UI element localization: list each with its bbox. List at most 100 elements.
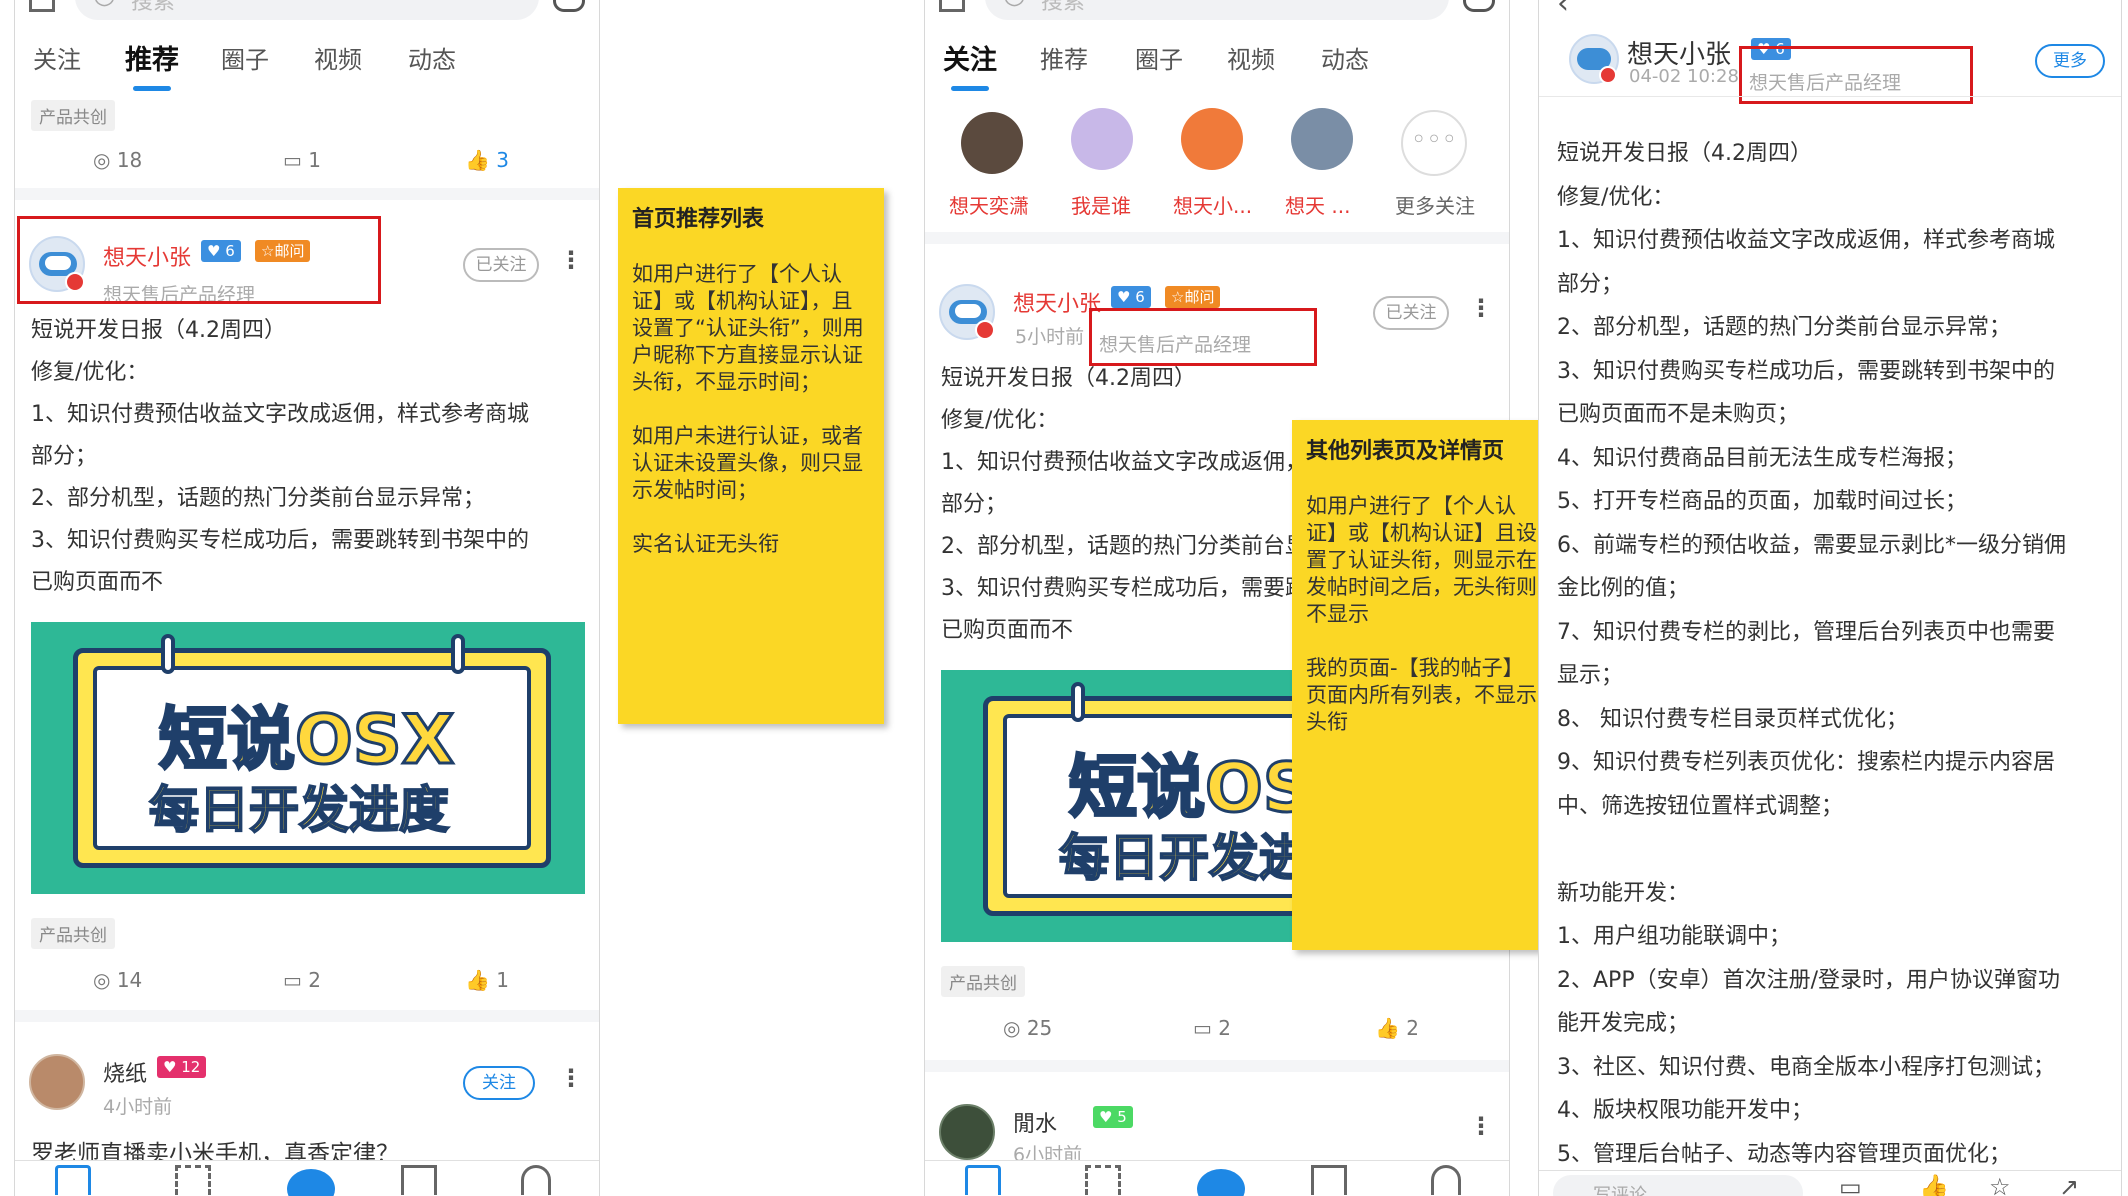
message-icon[interactable]	[1463, 0, 1495, 12]
following-button[interactable]: 已关注	[1373, 296, 1449, 330]
home-icon[interactable]	[965, 1165, 1001, 1195]
scan-icon[interactable]	[29, 0, 55, 12]
post-time: 04-02 10:28	[1629, 66, 1739, 87]
binder-ring-icon	[161, 634, 175, 674]
eye-icon: ◎	[93, 968, 117, 992]
more-button[interactable]: 更多	[2035, 44, 2105, 78]
message-icon[interactable]	[553, 0, 585, 12]
thumbs-up-icon: 👍	[1375, 1016, 1407, 1040]
post-username[interactable]: 閒水	[1013, 1106, 1057, 1138]
tab-following[interactable]: 关注	[943, 38, 997, 91]
scan-icon[interactable]	[939, 0, 965, 12]
likes-stat[interactable]: 👍 2	[1375, 1016, 1419, 1040]
post-tag[interactable]: 产品共创	[31, 918, 115, 949]
tab-circles[interactable]: 圈子	[221, 40, 269, 75]
profile-icon[interactable]	[1431, 1165, 1461, 1195]
story-name[interactable]: 想天 ...	[1285, 190, 1350, 219]
story-name[interactable]: 想天奕潇	[949, 190, 1029, 219]
thumbs-up-icon: 👍	[465, 968, 497, 992]
eye-icon: ◎	[93, 148, 117, 172]
avatar[interactable]	[939, 1104, 995, 1160]
more-vertical-icon[interactable]: ⋮	[1469, 1112, 1493, 1140]
annotation-canvas: ○ 搜索 关注 推荐 圈子 视频 动态 产品共创 ◎ 18 ▭ 1 👍 3 想天…	[0, 0, 2128, 1196]
tab-recommend[interactable]: 推荐	[1040, 40, 1088, 75]
annotation-note-home: 首页推荐列表 如用户进行了【个人认证】或【机构认证】，且设置了“认证头衔”，则用…	[618, 188, 884, 724]
level-number: 6	[1135, 288, 1145, 306]
comment-icon[interactable]: ▭	[1839, 1173, 1862, 1196]
post-line: 2、APP（安卓）首次注册/登录时，用户协议弹窗功	[1557, 967, 2060, 993]
story-avatar[interactable]	[1181, 108, 1243, 170]
post-line: 显示；	[1557, 663, 1624, 688]
note-paragraph: 如用户未进行认证，或者认证未设置头像，则只显示发帖时间；	[632, 424, 863, 502]
avatar[interactable]	[29, 1054, 85, 1110]
following-button[interactable]: 已关注	[463, 248, 539, 282]
home-icon[interactable]	[55, 1165, 91, 1195]
comments-stat[interactable]: ▭ 2	[1193, 1016, 1231, 1040]
post-tag[interactable]: 产品共创	[941, 966, 1025, 997]
note-paragraph: 如用户进行了【个人认证】或【机构认证】且设置了认证头衔，则显示在发帖时间之后，无…	[1306, 494, 1537, 626]
tab-circles[interactable]: 圈子	[1135, 40, 1183, 75]
top-bar: ○ 搜索	[15, 0, 599, 30]
profile-icon[interactable]	[521, 1165, 551, 1195]
post-line: 1、知识付费预估收益文字改成返佣，样式参考商城	[31, 402, 529, 427]
note-paragraph: 我的页面-【我的帖子】页面内所有列表，不显示头衔	[1306, 656, 1537, 734]
post-line: 4、版块权限功能开发中；	[1557, 1098, 1813, 1123]
story-avatar[interactable]	[961, 112, 1023, 174]
search-bar[interactable]: ○ 搜索	[985, 0, 1449, 20]
comments-stat[interactable]: ▭ 1	[283, 148, 321, 172]
note-paragraph: 如用户进行了【个人认证】或【机构认证】，且设置了“认证头衔”，则用户昵称下方直接…	[632, 262, 864, 394]
post-line: 1、用户组功能联调中；	[1557, 924, 1791, 949]
story-avatar[interactable]	[1291, 108, 1353, 170]
tab-videos[interactable]: 视频	[1227, 40, 1275, 75]
likes-stat[interactable]: 👍 1	[465, 968, 509, 992]
story-name[interactable]: 我是谁	[1071, 190, 1131, 219]
post-username[interactable]: 想天小张	[1013, 286, 1101, 318]
likes-stat[interactable]: 👍 3	[465, 148, 509, 172]
star-icon[interactable]: ☆	[1989, 1173, 2011, 1196]
banner-title: 短说OSX	[157, 700, 455, 782]
share-icon[interactable]: ↗	[2059, 1173, 2079, 1196]
more-vertical-icon[interactable]: ⋮	[559, 246, 583, 274]
tab-moments[interactable]: 动态	[408, 40, 456, 75]
likes-count: 2	[1406, 1016, 1419, 1040]
story-avatar[interactable]	[1071, 108, 1133, 170]
thumbs-up-icon: 👍	[465, 148, 497, 172]
more-vertical-icon[interactable]: ⋮	[559, 1064, 583, 1092]
apps-grid-icon[interactable]	[1085, 1165, 1121, 1195]
comments-count: 2	[1218, 1016, 1231, 1040]
publish-plus-icon[interactable]	[287, 1169, 335, 1196]
comments-stat[interactable]: ▭ 2	[283, 968, 321, 992]
verified-badge-icon	[975, 320, 995, 340]
heart-icon: ♥	[163, 1058, 182, 1076]
level-number: 12	[181, 1058, 201, 1076]
publish-plus-icon[interactable]	[1197, 1169, 1245, 1196]
story-name[interactable]: 想天小...	[1173, 190, 1252, 219]
mail-icon[interactable]	[401, 1165, 437, 1195]
bottom-nav	[925, 1160, 1509, 1196]
comment-input[interactable]: 写评论	[1553, 1175, 1803, 1196]
post-tag[interactable]: 产品共创	[31, 100, 115, 131]
tab-following[interactable]: 关注	[33, 40, 81, 75]
search-placeholder: 搜索	[131, 0, 176, 15]
follow-button[interactable]: 关注	[463, 1066, 535, 1100]
binder-ring-icon	[1071, 682, 1085, 722]
post-line: 6、前端专栏的预估收益，需要显示剥比*一级分销佣	[1557, 532, 2066, 558]
tab-moments[interactable]: 动态	[1321, 40, 1369, 75]
more-vertical-icon[interactable]: ⋮	[1469, 294, 1493, 322]
more-following-link[interactable]: 更多关注	[1395, 190, 1475, 219]
mail-icon[interactable]	[1311, 1165, 1347, 1195]
thumbs-up-icon[interactable]: 👍	[1919, 1173, 1949, 1196]
post-banner-image[interactable]: 短说OSX 每日开发进度	[31, 622, 585, 894]
tab-recommend[interactable]: 推荐	[125, 38, 179, 91]
feed-divider	[925, 1060, 1509, 1072]
more-following-icon[interactable]: ◦◦◦	[1401, 110, 1467, 176]
post-body[interactable]: 短说开发日报（4.2周四） 修复/优化： 1、知识付费预估收益文字改成返佣，样式…	[31, 310, 529, 604]
post-username[interactable]: 烧纸	[103, 1056, 147, 1088]
medal-badge: ☆邮问	[1165, 286, 1221, 308]
views-stat: ◎ 25	[1003, 1016, 1052, 1040]
back-arrow-icon[interactable]: ‹	[1557, 0, 1569, 21]
apps-grid-icon[interactable]	[175, 1165, 211, 1195]
tab-videos[interactable]: 视频	[314, 40, 362, 75]
post-line: 2、部分机型，话题的热门分类前台显示异常；	[31, 486, 485, 511]
search-bar[interactable]: ○ 搜索	[75, 0, 539, 20]
